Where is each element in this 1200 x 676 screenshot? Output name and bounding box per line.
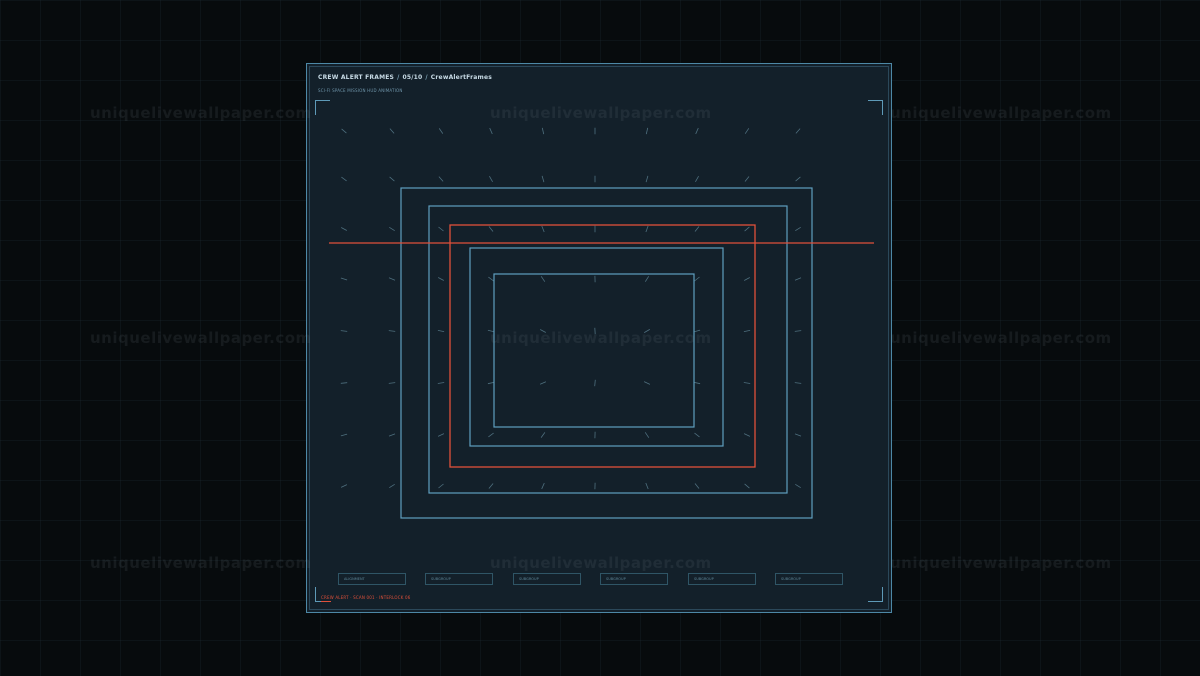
tick-mark bbox=[795, 226, 801, 232]
tick-mark bbox=[744, 176, 750, 182]
tick-mark bbox=[795, 483, 801, 489]
tick-mark bbox=[694, 483, 700, 489]
tick-mark bbox=[695, 176, 699, 182]
tick-marks bbox=[340, 127, 802, 490]
tick-mark bbox=[539, 381, 547, 385]
tick-mark bbox=[694, 276, 700, 282]
watermark: uniquelivewallpaper.com bbox=[90, 329, 312, 347]
tick-mark bbox=[438, 128, 444, 134]
tick-mark bbox=[388, 277, 396, 281]
tick-mark bbox=[488, 432, 494, 438]
tick-mark bbox=[540, 276, 546, 282]
tick-mark bbox=[488, 483, 494, 489]
watermark: uniquelivewallpaper.com bbox=[890, 554, 1112, 572]
watermark: uniquelivewallpaper.com bbox=[890, 329, 1112, 347]
tick-mark bbox=[541, 127, 545, 135]
tick-mark bbox=[389, 226, 395, 232]
chip-4: SUBGROUP bbox=[600, 573, 668, 585]
tick-mark bbox=[438, 483, 444, 489]
tick-mark bbox=[743, 433, 751, 437]
status-underline bbox=[321, 601, 331, 602]
tick-mark bbox=[488, 226, 494, 232]
tick-mark bbox=[540, 329, 546, 333]
tick-mark bbox=[388, 433, 396, 437]
tick-mark bbox=[487, 381, 495, 385]
tick-mark bbox=[541, 225, 545, 233]
tick-mark bbox=[438, 176, 444, 182]
tick-mark bbox=[794, 277, 802, 281]
chip-3: SUBGROUP bbox=[513, 573, 581, 585]
tick-mark bbox=[540, 432, 546, 438]
tick-mark bbox=[794, 433, 802, 437]
chip-1: ALIGNMENT bbox=[338, 573, 406, 585]
tick-mark bbox=[388, 330, 396, 332]
chip-6: SUBGROUP bbox=[775, 573, 843, 585]
tick-mark bbox=[341, 227, 347, 231]
tick-mark bbox=[794, 330, 802, 332]
hud-panel: CREW ALERT FRAMES/05/10/CrewAlertFrames … bbox=[306, 63, 892, 613]
tick-mark bbox=[389, 128, 395, 134]
watermark: uniquelivewallpaper.com bbox=[90, 554, 312, 572]
tick-mark bbox=[340, 330, 348, 332]
frame-inner bbox=[493, 273, 695, 428]
tick-mark bbox=[541, 482, 545, 490]
tick-mark bbox=[488, 276, 494, 282]
tick-mark bbox=[694, 226, 700, 232]
tick-mark bbox=[389, 483, 395, 489]
tick-mark bbox=[644, 432, 650, 438]
tick-mark bbox=[340, 433, 348, 437]
tick-mark bbox=[795, 128, 801, 134]
chip-5: SUBGROUP bbox=[688, 573, 756, 585]
frame-fourth bbox=[469, 247, 724, 447]
tick-mark bbox=[743, 330, 751, 332]
frame-second bbox=[428, 205, 788, 494]
tick-mark bbox=[644, 276, 650, 282]
tick-mark bbox=[438, 226, 444, 232]
nested-frames bbox=[329, 187, 874, 519]
tick-mark bbox=[694, 432, 700, 438]
tick-mark bbox=[437, 433, 445, 437]
tick-mark bbox=[438, 277, 444, 281]
tick-mark bbox=[743, 382, 751, 384]
status-readout: CREW ALERT · SCAN 001 · INTERLOCK 06 bbox=[321, 595, 411, 600]
tick-mark bbox=[340, 484, 348, 488]
tick-mark bbox=[643, 381, 651, 385]
tick-mark bbox=[489, 127, 493, 135]
tick-mark bbox=[341, 128, 347, 134]
tick-mark bbox=[437, 382, 445, 384]
tick-mark bbox=[645, 482, 649, 490]
tick-mark bbox=[388, 382, 396, 384]
tick-mark bbox=[341, 176, 347, 182]
tick-mark bbox=[645, 225, 649, 233]
tick-mark bbox=[389, 176, 395, 182]
tick-mark bbox=[794, 382, 802, 384]
frame-alert bbox=[449, 224, 756, 468]
tick-mark bbox=[744, 483, 750, 489]
tick-mark bbox=[744, 277, 750, 281]
alert-frames-graphic bbox=[329, 127, 874, 519]
watermark: uniquelivewallpaper.com bbox=[890, 104, 1112, 122]
tick-mark bbox=[594, 379, 596, 387]
tick-mark bbox=[340, 382, 348, 384]
tick-mark bbox=[489, 176, 493, 182]
tick-mark bbox=[645, 175, 649, 183]
tick-mark bbox=[795, 176, 801, 182]
frame-outer bbox=[400, 187, 813, 519]
tick-mark bbox=[744, 128, 750, 134]
tick-mark bbox=[340, 277, 348, 281]
tick-mark bbox=[644, 329, 650, 333]
tick-mark bbox=[744, 226, 750, 232]
tick-mark bbox=[693, 329, 701, 333]
tick-mark bbox=[541, 175, 545, 183]
watermark: uniquelivewallpaper.com bbox=[90, 104, 312, 122]
tick-mark bbox=[487, 329, 495, 333]
tick-mark bbox=[645, 127, 649, 135]
tick-mark bbox=[693, 381, 701, 385]
tick-mark bbox=[695, 127, 699, 135]
chip-2: SUBGROUP bbox=[425, 573, 493, 585]
tick-mark bbox=[437, 330, 445, 332]
